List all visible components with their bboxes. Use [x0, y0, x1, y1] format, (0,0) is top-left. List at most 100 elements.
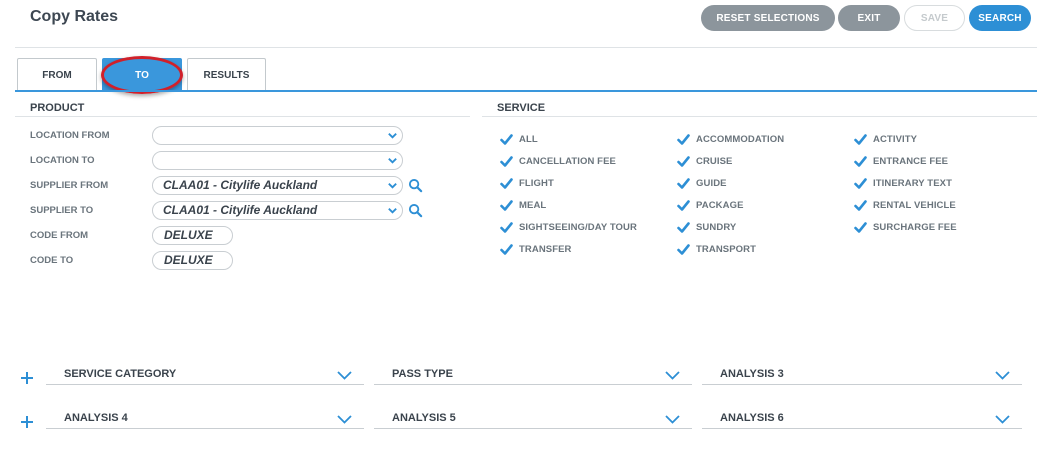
tab-from[interactable]: FROM	[17, 58, 97, 91]
chevron-down-icon	[665, 371, 680, 380]
service-checkbox-label: ITINERARY TEXT	[873, 178, 952, 189]
code-to-input[interactable]: DELUXE	[152, 251, 233, 270]
check-icon	[854, 178, 867, 189]
save-button[interactable]: SAVE	[904, 5, 965, 31]
service-checkbox-surcharge-fee[interactable]: SURCHARGE FEE	[854, 221, 957, 234]
service-section-title: SERVICE	[497, 102, 546, 114]
service-checkbox-label: ENTRANCE FEE	[873, 156, 949, 167]
check-icon	[677, 244, 690, 255]
service-checkbox-package[interactable]: PACKAGE	[677, 199, 744, 212]
check-icon	[500, 244, 513, 255]
code-from-label: CODE FROM	[30, 230, 89, 241]
service-section-rule	[482, 116, 1037, 117]
service-checkbox-transport[interactable]: TRANSPORT	[677, 243, 756, 256]
service-checkbox-label: SURCHARGE FEE	[873, 222, 957, 233]
tab-results[interactable]: RESULTS	[187, 58, 266, 91]
service-checkbox-accommodation[interactable]: ACCOMMODATION	[677, 133, 784, 146]
service-checkbox-label: TRANSPORT	[696, 244, 757, 255]
check-icon	[854, 222, 867, 233]
service-checkbox-label: ACCOMMODATION	[696, 134, 785, 145]
service-checkbox-label: SUNDRY	[696, 222, 737, 233]
supplier-to-value: CLAA01 - Citylife Auckland	[163, 203, 318, 217]
service-checkbox-label: ALL	[519, 134, 538, 145]
check-icon	[500, 200, 513, 211]
product-section-title: PRODUCT	[30, 102, 85, 114]
service-checkbox-entrance-fee[interactable]: ENTRANCE FEE	[854, 155, 948, 168]
service-checkbox-label: ACTIVITY	[873, 134, 918, 145]
supplier-from-value: CLAA01 - Citylife Auckland	[163, 178, 318, 192]
supplier-from-select[interactable]: CLAA01 - Citylife Auckland	[152, 176, 403, 195]
chevron-down-icon	[388, 208, 397, 214]
reset-selections-button[interactable]: RESET SELECTIONS	[701, 5, 835, 31]
check-icon	[677, 178, 690, 189]
service-checkbox-activity[interactable]: ACTIVITY	[854, 133, 917, 146]
chevron-down-icon	[388, 133, 397, 139]
supplier-to-select[interactable]: CLAA01 - Citylife Auckland	[152, 201, 403, 220]
service-checkbox-label: GUIDE	[696, 178, 727, 189]
analysis-6-label: ANALYSIS 6	[720, 412, 784, 424]
analysis-3-label: ANALYSIS 3	[720, 368, 784, 380]
service-checkbox-meal[interactable]: MEAL	[500, 199, 546, 212]
check-icon	[677, 222, 690, 233]
service-checkbox-guide[interactable]: GUIDE	[677, 177, 727, 190]
code-from-input[interactable]: DELUXE	[152, 226, 233, 245]
exit-button[interactable]: EXIT	[838, 5, 900, 31]
check-icon	[854, 200, 867, 211]
location-to-select[interactable]	[152, 151, 403, 170]
page-title: Copy Rates	[30, 8, 119, 25]
service-checkbox-cancellation-fee[interactable]: CANCELLATION FEE	[500, 155, 616, 168]
tab-bar-underline	[15, 90, 1037, 92]
check-icon	[500, 222, 513, 233]
check-icon	[854, 134, 867, 145]
check-icon	[677, 200, 690, 211]
service-checkbox-label: PACKAGE	[696, 200, 744, 211]
service-category-dropdown[interactable]: SERVICE CATEGORY	[46, 365, 364, 385]
chevron-down-icon	[337, 415, 352, 424]
service-checkbox-label: SIGHTSEEING/DAY TOUR	[519, 222, 637, 233]
check-icon	[500, 134, 513, 145]
code-to-label: CODE TO	[30, 255, 74, 266]
service-checkbox-sightseeing-day-tour[interactable]: SIGHTSEEING/DAY TOUR	[500, 221, 637, 234]
pass-type-dropdown[interactable]: PASS TYPE	[374, 365, 692, 385]
chevron-down-icon	[995, 415, 1010, 424]
search-icon[interactable]	[408, 203, 423, 218]
service-checkbox-all[interactable]: ALL	[500, 133, 538, 146]
analysis-3-dropdown[interactable]: ANALYSIS 3	[702, 365, 1022, 385]
service-checkbox-itinerary-text[interactable]: ITINERARY TEXT	[854, 177, 952, 190]
service-checkbox-label: MEAL	[519, 200, 547, 211]
analysis-4-dropdown[interactable]: ANALYSIS 4	[46, 409, 364, 429]
supplier-to-label: SUPPLIER TO	[30, 205, 94, 216]
analysis-4-label: ANALYSIS 4	[64, 412, 128, 424]
check-icon	[500, 178, 513, 189]
chevron-down-icon	[337, 371, 352, 380]
analysis-5-dropdown[interactable]: ANALYSIS 5	[374, 409, 692, 429]
check-icon	[500, 156, 513, 167]
chevron-down-icon	[665, 415, 680, 424]
service-checkbox-label: RENTAL VEHICLE	[873, 200, 956, 211]
analysis-5-label: ANALYSIS 5	[392, 412, 456, 424]
service-category-label: SERVICE CATEGORY	[64, 368, 177, 380]
location-from-label: LOCATION FROM	[30, 130, 110, 141]
search-button[interactable]: SEARCH	[969, 5, 1031, 31]
plus-icon[interactable]	[20, 415, 34, 429]
location-to-label: LOCATION TO	[30, 155, 95, 166]
service-checkbox-label: CRUISE	[696, 156, 733, 167]
annotation-highlight-circle	[101, 56, 183, 94]
pass-type-label: PASS TYPE	[392, 368, 453, 380]
service-checkbox-rental-vehicle[interactable]: RENTAL VEHICLE	[854, 199, 956, 212]
product-section-rule	[15, 116, 470, 117]
check-icon	[677, 156, 690, 167]
service-checkbox-flight[interactable]: FLIGHT	[500, 177, 554, 190]
check-icon	[677, 134, 690, 145]
analysis-6-dropdown[interactable]: ANALYSIS 6	[702, 409, 1022, 429]
chevron-down-icon	[388, 183, 397, 189]
service-checkbox-label: TRANSFER	[519, 244, 572, 255]
service-checkbox-transfer[interactable]: TRANSFER	[500, 243, 572, 256]
location-from-select[interactable]	[152, 126, 403, 145]
service-checkbox-cruise[interactable]: CRUISE	[677, 155, 733, 168]
service-checkbox-sundry[interactable]: SUNDRY	[677, 221, 736, 234]
search-icon[interactable]	[408, 178, 423, 193]
supplier-from-label: SUPPLIER FROM	[30, 180, 109, 191]
service-checkbox-label: CANCELLATION FEE	[519, 156, 616, 167]
plus-icon[interactable]	[20, 371, 34, 385]
